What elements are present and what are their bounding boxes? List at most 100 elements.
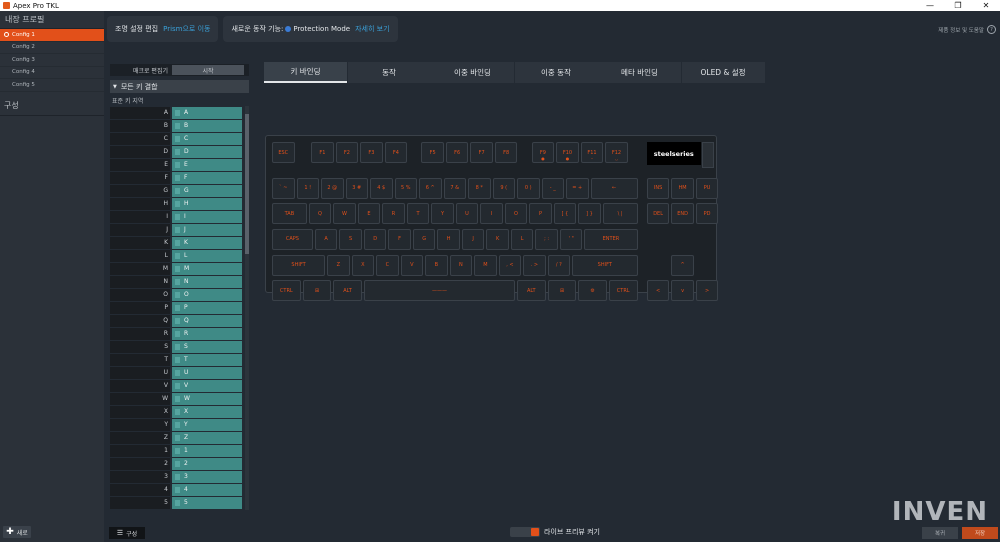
key-list-row[interactable]: 11 [110, 444, 249, 457]
key-2-5[interactable]: T [406, 203, 430, 225]
key-1-5[interactable]: 5 % [394, 177, 417, 199]
scrollbar-thumb[interactable] [245, 114, 249, 254]
key-2-17[interactable]: PD [695, 203, 719, 225]
key-binding[interactable]: B [172, 119, 242, 132]
key-binding[interactable]: 3 [172, 470, 242, 483]
key-3-10[interactable]: ; : [535, 228, 558, 250]
key-4-0[interactable]: SHIFT [272, 254, 326, 276]
key-binding[interactable]: R [172, 327, 242, 340]
key-3-6[interactable]: H [437, 228, 460, 250]
key-0-14[interactable]: F11– [580, 142, 604, 163]
restore-icon[interactable]: ❐ [944, 0, 972, 11]
key-list-row[interactable]: 44 [110, 483, 249, 496]
key-binding[interactable]: S [172, 340, 242, 353]
key-4-8[interactable]: , < [498, 254, 522, 276]
key-binding[interactable]: 5 [172, 496, 242, 509]
key-1-1[interactable]: 1 ! [296, 177, 319, 199]
close-icon[interactable]: ✕ [972, 0, 1000, 11]
key-4-4[interactable]: V [400, 254, 424, 276]
key-2-16[interactable]: END [671, 203, 694, 225]
sidebar-config-1[interactable]: Config 1 [0, 29, 104, 42]
tab-4[interactable]: 메타 바인딩 [598, 62, 681, 83]
oled-dial[interactable] [701, 142, 714, 168]
key-5-1[interactable]: ⊞ [302, 280, 332, 302]
key-binding[interactable]: A [172, 106, 242, 119]
key-list-row[interactable]: 33 [110, 470, 249, 483]
new-config-button[interactable]: ✚ 새로 [3, 526, 31, 538]
key-binding[interactable]: L [172, 249, 242, 262]
key-binding[interactable]: 4 [172, 483, 242, 496]
key-3-1[interactable]: A [314, 228, 338, 250]
save-button[interactable]: 저장 [962, 527, 998, 539]
key-2-9[interactable]: O [504, 203, 528, 225]
key-list-row[interactable]: GG [110, 184, 249, 197]
key-binding[interactable]: F [172, 171, 242, 184]
key-4-9[interactable]: . > [523, 254, 546, 276]
key-5-6[interactable]: ⚙ [578, 280, 607, 302]
key-0-4[interactable]: F3 [360, 142, 383, 163]
key-4-11[interactable]: SHIFT [572, 254, 638, 276]
key-1-7[interactable]: 7 & [443, 177, 466, 199]
key-5-11[interactable]: > [695, 280, 719, 302]
key-binding[interactable]: 2 [172, 457, 242, 470]
key-1-17[interactable]: PU [695, 177, 719, 199]
key-0-7[interactable]: F5 [421, 142, 444, 163]
key-1-12[interactable]: = + [566, 177, 589, 199]
key-binding[interactable]: T [172, 353, 242, 366]
more-link[interactable]: 자세히 보기 [355, 24, 389, 34]
key-binding[interactable]: N [172, 275, 242, 288]
key-5-2[interactable]: ALT [333, 280, 362, 302]
key-list-scrollbar[interactable] [245, 106, 249, 510]
key-2-8[interactable]: I [480, 203, 503, 225]
key-list-row[interactable]: BB [110, 119, 249, 132]
key-2-6[interactable]: Y [431, 203, 454, 225]
tab-1[interactable]: 동작 [347, 62, 431, 83]
key-0-0[interactable]: ESC [272, 142, 295, 163]
tab-3[interactable]: 이중 동작 [514, 62, 598, 83]
key-list-row[interactable]: QQ [110, 314, 249, 327]
tab-0[interactable]: 키 바인딩 [264, 62, 347, 83]
key-4-7[interactable]: M [474, 254, 497, 276]
back-button[interactable]: 복귀 [922, 527, 958, 539]
help-link[interactable]: 제품 정보 및 도움말 ? [938, 25, 996, 34]
key-list-row[interactable]: YY [110, 418, 249, 431]
key-2-11[interactable]: [ { [553, 203, 577, 225]
key-list-row[interactable]: DD [110, 145, 249, 158]
key-0-8[interactable]: F6 [445, 142, 469, 163]
key-list-row[interactable]: FF [110, 171, 249, 184]
key-binding[interactable]: E [172, 158, 242, 171]
key-1-15[interactable]: INS [646, 177, 670, 199]
key-5-4[interactable]: ALT [517, 280, 546, 302]
key-list-row[interactable]: WW [110, 392, 249, 405]
key-3-9[interactable]: L [510, 228, 534, 250]
prism-link[interactable]: Prism으로 이동 [163, 24, 210, 34]
key-list-row[interactable]: MM [110, 262, 249, 275]
key-2-7[interactable]: U [455, 203, 479, 225]
key-list-row[interactable]: TT [110, 353, 249, 366]
key-4-1[interactable]: Z [327, 254, 350, 276]
key-binding[interactable]: Y [172, 418, 242, 431]
key-binding[interactable]: D [172, 145, 242, 158]
key-5-3[interactable]: ——— [363, 280, 515, 302]
key-4-5[interactable]: B [425, 254, 448, 276]
key-binding[interactable]: Z [172, 431, 242, 444]
key-binding[interactable]: U [172, 366, 242, 379]
sidebar-config-4[interactable]: Config 4 [0, 67, 104, 79]
key-0-12[interactable]: F9 ● [531, 142, 555, 163]
key-list-row[interactable]: KK [110, 236, 249, 249]
key-binding[interactable]: K [172, 236, 242, 249]
key-list-row[interactable]: VV [110, 379, 249, 392]
key-4-10[interactable]: / ? [547, 254, 571, 276]
config-button[interactable]: ☰ 구성 [109, 527, 145, 539]
key-3-11[interactable]: ' " [559, 228, 583, 250]
key-list-row[interactable]: II [110, 210, 249, 223]
key-binding[interactable]: P [172, 301, 242, 314]
key-4-13[interactable]: ^ [671, 254, 694, 276]
key-0-10[interactable]: F8 [494, 142, 518, 163]
key-1-2[interactable]: 2 @ [321, 177, 344, 199]
key-1-10[interactable]: 0 ) [517, 177, 540, 199]
key-3-4[interactable]: F [388, 228, 411, 250]
tab-2[interactable]: 이중 바인딩 [431, 62, 514, 83]
key-2-0[interactable]: TAB [272, 203, 307, 225]
key-3-5[interactable]: G [412, 228, 436, 250]
